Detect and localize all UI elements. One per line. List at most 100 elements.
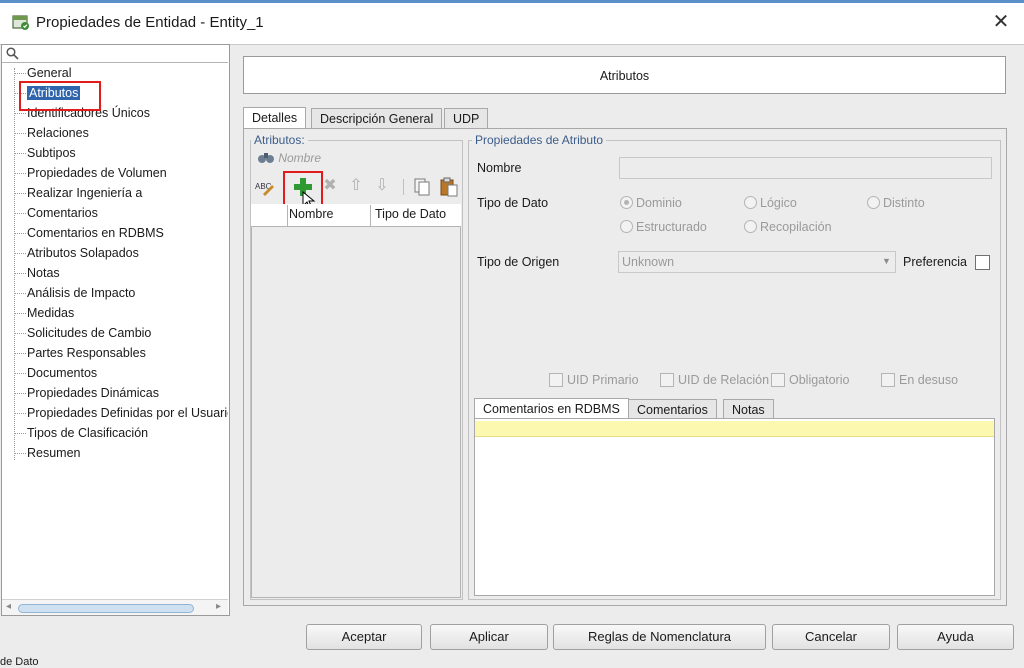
column-header-nombre[interactable]: Nombre [289,207,333,221]
tree-item-label: Análisis de Impacto [27,286,136,300]
tree-item-label: Medidas [27,306,75,320]
edit-abc-icon[interactable]: ABC [255,178,275,196]
origin-type-select[interactable]: Unknown [618,251,896,273]
tree-item-label: General [27,66,72,80]
name-label: Nombre [477,161,522,175]
check-en-desuso[interactable]: En desuso [881,373,958,387]
origin-type-label: Tipo de Origen [477,255,560,269]
radio-logico[interactable]: Lógico [744,196,797,210]
scrollbar-thumb[interactable] [18,604,194,613]
paste-icon[interactable] [439,177,459,197]
tab-comentarios[interactable]: Comentarios [628,399,717,420]
delete-icon[interactable]: ✖ [320,176,340,196]
entity-app-icon [12,15,29,30]
radio-label: Distinto [883,196,925,210]
tree-item-label: Atributos Solapados [27,246,139,260]
tree-item-atributos-solapados[interactable]: Atributos Solapados [14,246,139,264]
tree-item-subtipos[interactable]: Subtipos [14,146,76,164]
radio-distinto[interactable]: Distinto [867,196,925,210]
tree-item-label: Solicitudes de Cambio [27,326,152,340]
tree-item-comentarios-rdbms[interactable]: Comentarios en RDBMS [14,226,164,244]
tab-detalles[interactable]: Detalles [243,107,307,129]
tree-item-label: Propiedades Definidas por el Usuario [27,406,228,420]
tree-item-propiedades-definidas[interactable]: Propiedades Definidas por el Usuario [14,406,228,424]
tree-item-label: Comentarios en RDBMS [27,226,164,240]
tree-item-label: Propiedades Dinámicas [27,386,160,400]
move-down-icon[interactable]: ⇩ [372,176,392,196]
attribute-filter[interactable]: Nombre [257,150,321,165]
checkbox-label: UID de Relación [678,373,770,387]
tree-item-solicitudes-cambio[interactable]: Solicitudes de Cambio [14,326,151,344]
tree-item-propiedades-dinamicas[interactable]: Propiedades Dinámicas [14,386,159,404]
preference-checkbox[interactable] [975,255,990,270]
check-uid-primario[interactable]: UID Primario [549,373,639,387]
tree-item-notas[interactable]: Notas [14,266,60,284]
column-header-tipo-dato[interactable]: Tipo de Dato [375,207,446,221]
tree-item-label: Notas [27,266,60,280]
checkbox-label: UID Primario [567,373,639,387]
tree-item-partes-responsables[interactable]: Partes Responsables [14,346,146,364]
radio-recopilacion[interactable]: Recopilación [744,220,832,234]
radio-estructurado[interactable]: Estructurado [620,220,707,234]
tree-item-medidas[interactable]: Medidas [14,306,74,324]
check-uid-relacion[interactable]: UID de Relación [660,373,769,387]
window-title: Propiedades de Entidad - Entity_1 [36,14,264,31]
copy-icon[interactable] [413,177,431,197]
tree-item-comentarios[interactable]: Comentarios [14,206,98,224]
toolbar-separator [403,179,404,195]
properties-group-title: Propiedades de Atributo [472,133,607,147]
comments-text-area[interactable] [474,418,995,596]
radio-label: Dominio [636,196,682,210]
tree-item-label: Tipos de Clasificación [27,426,149,440]
background-window-fragment: de Dato [0,656,232,668]
tree-item-label: Propiedades de Volumen [27,166,167,180]
tab-comentarios-rdbms[interactable]: Comentarios en RDBMS [474,398,629,420]
name-field[interactable] [619,157,992,179]
check-obligatorio[interactable]: Obligatorio [771,373,849,387]
tree-item-propiedades-volumen[interactable]: Propiedades de Volumen [14,166,167,184]
data-type-label: Tipo de Dato [477,196,549,210]
help-button[interactable]: Ayuda [897,624,1014,650]
attributes-table[interactable] [251,204,461,598]
column-separator [370,205,371,227]
tree-item-relaciones[interactable]: Relaciones [14,126,89,144]
tab-descripcion-general[interactable]: Descripción General [311,108,443,129]
attributes-group-title: Atributos: [251,133,308,147]
tree-item-documentos[interactable]: Documentos [14,366,97,384]
cancel-button[interactable]: Cancelar [772,624,890,650]
apply-button[interactable]: Aplicar [430,624,548,650]
accept-button[interactable]: Aceptar [306,624,422,650]
move-up-icon[interactable]: ⇧ [346,176,366,196]
tree-item-label: Comentarios [27,206,98,220]
tree-item-resumen[interactable]: Resumen [14,446,81,464]
radio-label: Recopilación [760,220,832,234]
tree-item-label: Documentos [27,366,98,380]
tree-item-analisis-impacto[interactable]: Análisis de Impacto [14,286,135,304]
tab-notas[interactable]: Notas [723,399,774,420]
tree-item-ingenieria[interactable]: Realizar Ingeniería a [14,186,142,204]
search-icon [6,47,19,60]
chevron-down-icon[interactable]: ▼ [882,256,891,266]
close-button[interactable]: ✕ [990,12,1012,34]
tree-search-field[interactable] [2,45,228,63]
section-header: Atributos [243,56,1006,94]
comment-current-line [475,421,994,437]
annotation-highlight-box [19,81,101,111]
checkbox-label: En desuso [899,373,959,387]
attribute-filter-placeholder: Nombre [278,151,322,165]
tree-item-label: Realizar Ingeniería a [27,186,143,200]
radio-dominio[interactable]: Dominio [620,196,682,210]
column-separator [287,205,288,227]
tab-udp[interactable]: UDP [444,108,489,129]
tree-item-label: Partes Responsables [27,346,146,360]
scroll-left-icon[interactable]: ◂ [6,601,11,612]
radio-label: Lógico [760,196,797,210]
radio-label: Estructurado [636,220,707,234]
scroll-right-icon[interactable]: ▸ [216,601,221,612]
naming-rules-button[interactable]: Reglas de Nomenclatura [553,624,766,650]
tree-item-label: Resumen [27,446,81,460]
tree-item-label: Relaciones [27,126,89,140]
tree-item-tipos-clasificacion[interactable]: Tipos de Clasificación [14,426,148,444]
binoculars-icon [258,153,274,163]
tree-item-label: Subtipos [27,146,76,160]
